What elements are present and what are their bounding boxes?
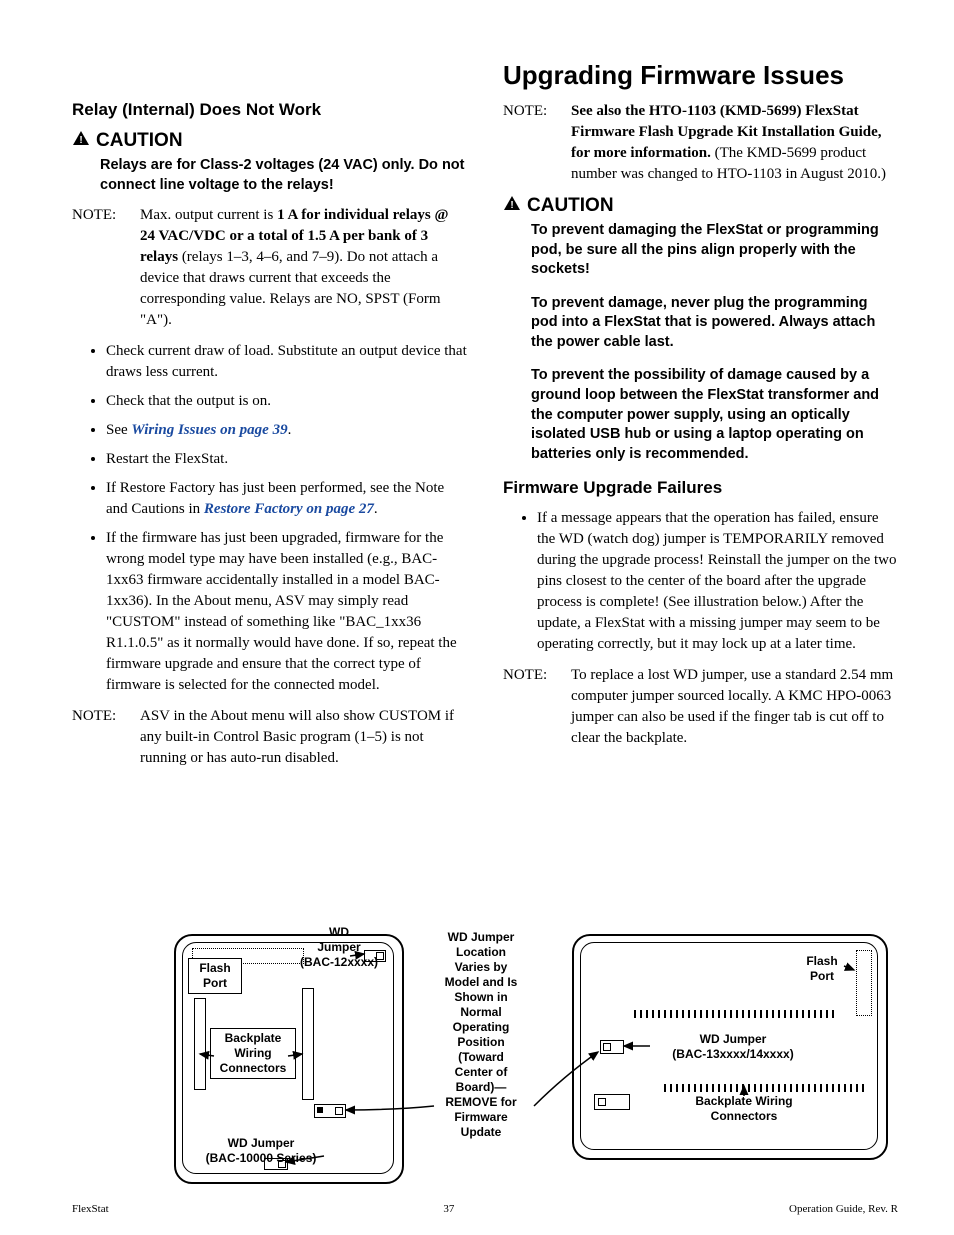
text: If a message appears that the operation … — [537, 510, 839, 526]
heading-relay: Relay (Internal) Does Not Work — [72, 100, 467, 120]
figure-boards: FlashPort WDJumper(BAC-12xxxx) Backplate… — [164, 926, 894, 1186]
text: . — [374, 501, 378, 517]
caution-label: CAUTION — [96, 130, 183, 152]
backplate-connector-left-1 — [194, 998, 206, 1090]
left-column: Relay (Internal) Does Not Work ! CAUTION… — [72, 60, 467, 779]
note-label: NOTE: — [503, 665, 557, 749]
list-item: If a message appears that the operation … — [537, 508, 898, 655]
annot-wd-10000: WD Jumper(BAC-10000 Series) — [196, 1136, 326, 1166]
annot-flash-port-left: FlashPort — [188, 958, 242, 994]
list-item: If Restore Factory has just been perform… — [106, 478, 467, 520]
list-item: See Wiring Issues on page 39. — [106, 420, 467, 441]
note-label: NOTE: — [72, 706, 126, 769]
caution-label: CAUTION — [527, 195, 614, 217]
note-see-also: NOTE: See also the HTO-1103 (KMD-5699) F… — [503, 101, 898, 185]
caution-body-left: Relays are for Class-2 voltages (24 VAC)… — [100, 156, 467, 195]
page-footer: FlexStat 37 Operation Guide, Rev. R — [72, 1203, 898, 1215]
footer-right: Operation Guide, Rev. R — [789, 1203, 898, 1215]
link-restore-factory[interactable]: Restore Factory on page 27 — [204, 501, 374, 517]
annot-center: WD JumperLocationVaries byModel and IsSh… — [426, 930, 536, 1140]
annot-backplate-left: BackplateWiringConnectors — [210, 1028, 296, 1079]
heading-failures: Firmware Upgrade Failures — [503, 478, 898, 498]
text: . — [288, 422, 292, 438]
pin-row-1 — [634, 1010, 834, 1018]
note-label: NOTE: — [72, 205, 126, 331]
text: (relays 1–3, 4–6, and 7–9). Do not attac… — [140, 249, 441, 328]
list-item: If the firmware has just been upgraded, … — [106, 528, 467, 696]
list-item: Check current draw of load. Substitute a… — [106, 341, 467, 383]
annot-wd-13-14: WD Jumper(BAC-13xxxx/14xxxx) — [648, 1032, 818, 1062]
caution-heading-right: ! CAUTION — [503, 195, 898, 217]
bullet-list-left: Check current draw of load. Substitute a… — [72, 341, 467, 696]
note-body: Max. output current is 1 A for individua… — [140, 205, 467, 331]
caution-para-3: To prevent the possibility of damage cau… — [531, 366, 898, 464]
right-column: Upgrading Firmware Issues NOTE: See also… — [503, 60, 898, 779]
note-body: ASV in the About menu will also show CUS… — [140, 706, 467, 769]
heading-firmware-issues: Upgrading Firmware Issues — [503, 60, 898, 91]
caution-para-2: To prevent damage, never plug the progra… — [531, 294, 898, 353]
note-asv: NOTE: ASV in the About menu will also sh… — [72, 706, 467, 769]
caution-heading-left: ! CAUTION — [72, 130, 467, 152]
warning-icon: ! — [72, 130, 90, 152]
note-label: NOTE: — [503, 101, 557, 185]
pin-row-2 — [664, 1084, 864, 1092]
caution-para-1: To prevent damaging the FlexStat or prog… — [531, 221, 898, 280]
footer-page-number: 37 — [443, 1203, 454, 1215]
flash-port-right — [856, 950, 872, 1016]
small-component-right — [594, 1094, 630, 1110]
svg-text:!: ! — [510, 200, 513, 211]
two-column-layout: Relay (Internal) Does Not Work ! CAUTION… — [72, 60, 898, 779]
note-replace-jumper: NOTE: To replace a lost WD jumper, use a… — [503, 665, 898, 749]
text: Max. output current is — [140, 207, 277, 223]
bullet-list-failures: If a message appears that the operation … — [503, 508, 898, 655]
svg-text:!: ! — [79, 135, 82, 146]
note-body: See also the HTO-1103 (KMD-5699) FlexSta… — [571, 101, 898, 185]
annot-flash-port-right: FlashPort — [798, 954, 846, 984]
list-item: Restart the FlexStat. — [106, 449, 467, 470]
text: See — [106, 422, 131, 438]
link-wiring-issues[interactable]: Wiring Issues on page 39 — [131, 422, 287, 438]
backplate-connector-left-2 — [302, 988, 314, 1100]
footer-left: FlexStat — [72, 1203, 109, 1215]
page: Relay (Internal) Does Not Work ! CAUTION… — [0, 0, 954, 1235]
warning-icon: ! — [503, 195, 521, 217]
small-component — [314, 1104, 346, 1118]
annot-backplate-right: Backplate WiringConnectors — [674, 1094, 814, 1124]
note-max-current: NOTE: Max. output current is 1 A for ind… — [72, 205, 467, 331]
list-item: Check that the output is on. — [106, 391, 467, 412]
wd-jumper-13-14 — [600, 1040, 624, 1054]
note-body: To replace a lost WD jumper, use a stand… — [571, 665, 898, 749]
annot-wd-12xxxx: WDJumper(BAC-12xxxx) — [294, 925, 384, 970]
